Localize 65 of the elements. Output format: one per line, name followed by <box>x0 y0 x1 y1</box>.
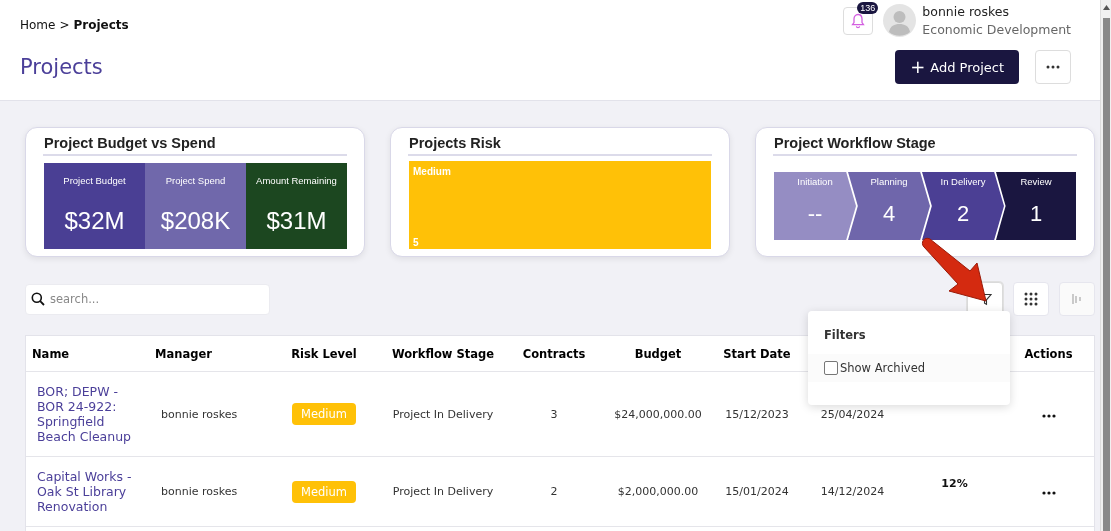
project-link[interactable]: BOR; DEPW - BOR 24-922: Springfield Beach Cleanup <box>37 384 141 444</box>
stage-count: 1 <box>1029 201 1043 227</box>
column-header: Budget <box>633 346 683 361</box>
card-title: Project Budget vs Spend <box>43 128 347 156</box>
search-field[interactable]: search... <box>25 283 270 315</box>
grid-icon <box>1024 292 1038 306</box>
breadcrumb-current: Projects <box>73 18 129 32</box>
more-icon <box>1041 491 1056 495</box>
menu-title: Filters <box>824 328 867 342</box>
user-name: bonnie roskes <box>922 4 1010 19</box>
kpi-value: $31M <box>266 207 327 235</box>
avatar-icon <box>883 4 917 37</box>
add-project-button[interactable]: + Add Project <box>895 50 1019 84</box>
table-cell: $24,000,000.00 <box>614 407 702 421</box>
checkbox[interactable] <box>824 361 838 375</box>
scrollbar-thumb[interactable] <box>1103 18 1110 531</box>
more-icon <box>1046 65 1060 69</box>
stage-label: Review <box>1020 176 1052 187</box>
kpi-label: Project Budget <box>63 175 126 186</box>
risk-badge: Medium <box>292 480 356 503</box>
project-link[interactable]: Capital Works - Oak St Library Renovation <box>37 469 141 514</box>
notification-count: 136 <box>857 1 879 14</box>
column-header: Contracts <box>521 346 587 361</box>
stage-count: 4 <box>882 201 896 227</box>
column-header: Risk Level <box>290 346 358 361</box>
stage-count: 2 <box>956 201 970 227</box>
column-header: Manager <box>154 346 213 361</box>
stage-label: Planning <box>870 176 908 187</box>
table-cell: bonnie roskes <box>161 407 238 421</box>
table-cell: Project In Delivery <box>392 407 494 421</box>
kpi-label: Project Spend <box>165 175 226 186</box>
kpi-label: Amount Remaining <box>256 175 337 186</box>
page-title: Projects <box>20 55 104 79</box>
column-header: Actions <box>1023 346 1074 361</box>
more-icon <box>1041 413 1056 418</box>
table-cell: 25/04/2024 <box>820 407 885 421</box>
table-cell: 14/12/2024 <box>820 485 885 498</box>
table-cell: 3 <box>550 407 558 421</box>
table-cell: 12% <box>941 477 968 490</box>
breadcrumb-separator: > <box>59 18 70 32</box>
column-header: Start Date <box>722 346 792 361</box>
risk-badge: Medium <box>292 403 356 425</box>
kpi-value: $32M <box>64 207 125 235</box>
tile-label: Medium <box>413 166 452 177</box>
table-cell: bonnie roskes <box>161 485 238 498</box>
tile-value: 5 <box>413 237 420 248</box>
grid-button[interactable] <box>1013 282 1049 316</box>
stage-label: In Delivery <box>940 176 986 187</box>
scroll-up-icon[interactable] <box>1102 5 1110 10</box>
table-cell: Project In Delivery <box>392 485 494 498</box>
kpi-value: $208K <box>160 207 231 235</box>
columns-icon <box>1071 293 1083 305</box>
table-cell: 15/12/2023 <box>725 407 789 421</box>
column-header: Workflow Stage <box>390 346 496 361</box>
card-title: Projects Risk <box>408 128 712 156</box>
table-cell: 2 <box>550 485 558 498</box>
user-department: Economic Development <box>922 22 1071 37</box>
table-cell: 15/01/2024 <box>725 485 789 498</box>
stage-label: Initiation <box>797 176 833 187</box>
bell-icon <box>851 12 866 29</box>
column-header: Name <box>31 346 71 361</box>
table-cell: $2,000,000.00 <box>617 485 699 498</box>
card-title: Project Workflow Stage <box>773 128 1077 156</box>
stage-count: -- <box>807 201 823 227</box>
breadcrumb-link[interactable]: Home <box>20 18 56 32</box>
